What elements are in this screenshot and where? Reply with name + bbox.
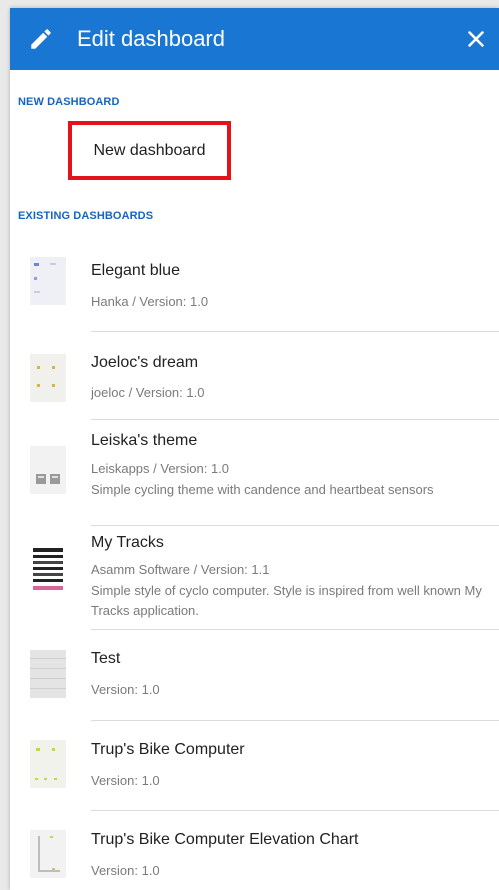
new-dashboard-label: New dashboard xyxy=(93,141,206,159)
dashboard-name: Trup's Bike Computer Elevation Chart xyxy=(91,831,359,848)
dashboard-name: Elegant blue xyxy=(91,262,180,279)
dashboard-thumbnail-icon xyxy=(30,354,66,402)
pencil-icon xyxy=(31,29,51,49)
dashboard-thumbnail-icon xyxy=(30,546,66,594)
dashboard-item-joelocs-dream[interactable]: Joeloc's dream joeloc / Version: 1.0 xyxy=(10,332,499,420)
dashboard-name: Leiska's theme xyxy=(91,432,198,449)
dashboard-meta: Version: 1.0 xyxy=(91,773,160,788)
dashboard-item-my-tracks[interactable]: My Tracks Asamm Software / Version: 1.1 … xyxy=(10,526,499,628)
new-dashboard-section-label: NEW DASHBOARD xyxy=(18,96,120,108)
dashboard-meta: Version: 1.0 xyxy=(91,863,160,878)
dashboard-thumbnail-icon xyxy=(30,257,66,305)
dashboard-thumbnail-icon xyxy=(30,446,66,494)
dashboard-description: Simple style of cyclo computer. Style is… xyxy=(91,583,482,618)
dashboard-meta: Asamm Software / Version: 1.1 xyxy=(91,562,270,577)
dialog-title: Edit dashboard xyxy=(77,26,225,51)
dashboard-item-elegant-blue[interactable]: Elegant blue Hanka / Version: 1.0 xyxy=(10,230,499,321)
dashboard-item-test[interactable]: Test Version: 1.0 xyxy=(10,630,499,719)
dialog-header: Edit dashboard xyxy=(10,8,499,70)
dashboard-name: My Tracks xyxy=(91,534,164,551)
dashboard-item-leiskas-theme[interactable]: Leiska's theme Leiskapps / Version: 1.0 … xyxy=(10,420,499,524)
dashboard-thumbnail-icon xyxy=(30,830,66,878)
dashboard-thumbnail-icon xyxy=(30,740,66,788)
existing-dashboards-section-label: EXISTING DASHBOARDS xyxy=(18,210,154,222)
dashboard-description: Simple cycling theme with candence and h… xyxy=(91,482,434,497)
dashboard-meta: Version: 1.0 xyxy=(91,682,160,697)
dashboard-name: Test xyxy=(91,650,121,667)
dashboard-item-trups-bike-computer-elevation-chart[interactable]: Trup's Bike Computer Elevation Chart Ver… xyxy=(10,811,499,890)
dashboard-name: Trup's Bike Computer xyxy=(91,741,245,758)
close-icon[interactable] xyxy=(463,26,489,52)
dashboard-name: Joeloc's dream xyxy=(91,354,199,371)
dashboard-thumbnail-icon xyxy=(30,650,66,698)
dashboard-item-trups-bike-computer[interactable]: Trup's Bike Computer Version: 1.0 xyxy=(10,721,499,810)
dashboard-meta: Leiskapps / Version: 1.0 xyxy=(91,461,230,476)
dashboard-meta: joeloc / Version: 1.0 xyxy=(91,385,205,400)
edit-dashboard-dialog: Edit dashboard NEW DASHBOARD New dashboa… xyxy=(10,8,499,890)
dashboard-meta: Hanka / Version: 1.0 xyxy=(91,294,209,309)
new-dashboard-button[interactable]: New dashboard xyxy=(68,121,231,180)
